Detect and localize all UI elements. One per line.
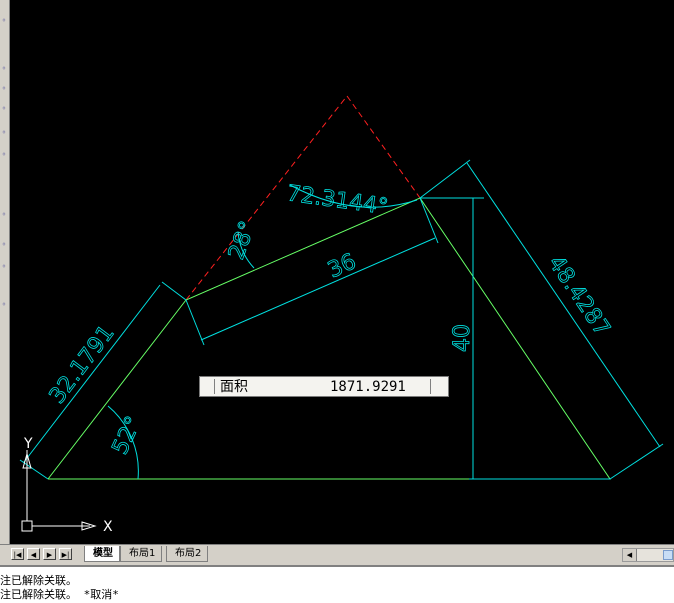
scroll-thumb[interactable] — [663, 550, 673, 560]
area-tooltip: 面积 1871.9291 — [199, 376, 449, 397]
scroll-left-icon[interactable]: ◀ — [623, 549, 637, 561]
command-history: 注已解除关联。 注已解除关联。 *取消* — [0, 565, 674, 603]
tab-layout2[interactable]: 布局2 — [166, 546, 209, 562]
tooltip-separator — [214, 379, 215, 394]
toolbar-icon[interactable]: ◦ — [0, 84, 8, 94]
command-line: 注已解除关联。 — [0, 574, 77, 587]
dim-left-side[interactable]: 32.1791 — [44, 321, 120, 410]
area-value: 1871.9291 — [330, 379, 406, 395]
toolbar-icon[interactable]: ◦ — [0, 64, 8, 74]
toolbar-icon[interactable]: ◦ — [0, 104, 8, 114]
dim-top-angle[interactable]: 28° — [224, 217, 262, 263]
last-tab-button[interactable]: ▶| — [59, 548, 72, 560]
first-tab-button[interactable]: |◀ — [11, 548, 24, 560]
horizontal-scrollbar[interactable]: ◀ — [622, 548, 674, 562]
ucs-icon — [21, 450, 97, 532]
toolbar-icon[interactable]: ◦ — [0, 300, 8, 310]
area-label: 面积 — [220, 379, 248, 395]
toolbar-icon[interactable]: ◦ — [0, 16, 8, 26]
tooltip-separator — [430, 379, 431, 394]
dim-apex-angle[interactable]: 72.3144° — [285, 181, 390, 221]
command-line: 注已解除关联。 *取消* — [0, 588, 119, 601]
left-toolbar: ◦ ◦ ◦ ◦ ◦ ◦ ◦ ◦ ◦ ◦ — [0, 0, 10, 544]
drawing-canvas[interactable]: 32.1791 48.4287 36 40 72.3144° 28° 52° Y… — [10, 0, 674, 544]
toolbar-icon[interactable]: ◦ — [0, 128, 8, 138]
ucs-y-label: Y — [23, 436, 33, 452]
dim-top-segment[interactable]: 36 — [324, 249, 361, 284]
hidden-right-edge — [346, 95, 421, 199]
next-tab-button[interactable]: ▶ — [43, 548, 56, 560]
dim-height[interactable]: 40 — [450, 324, 476, 353]
toolbar-icon[interactable]: ◦ — [0, 210, 8, 220]
toolbar-icon[interactable]: ◦ — [0, 240, 8, 250]
ucs-x-label: X — [103, 519, 113, 535]
prev-tab-button[interactable]: ◀ — [27, 548, 40, 560]
tab-model[interactable]: 模型 — [84, 546, 120, 562]
dim-base-angle[interactable]: 52° — [107, 412, 147, 459]
toolbar-icon[interactable]: ◦ — [0, 150, 8, 160]
toolbar-icon[interactable]: ◦ — [0, 262, 8, 272]
layout-tabs-bar: |◀ ◀ ▶ ▶| 模型 布局1 布局2 ◀ — [0, 544, 674, 565]
tab-layout1[interactable]: 布局1 — [120, 546, 163, 562]
